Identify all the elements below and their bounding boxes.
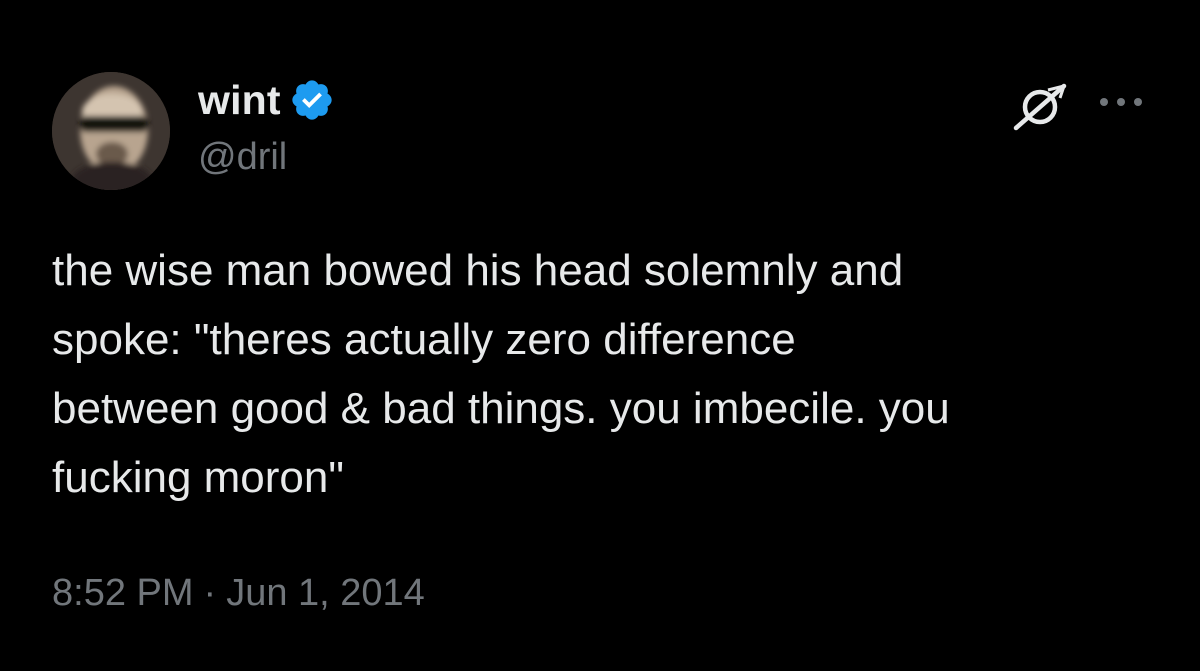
- tweet-card: wint @dril the wise man bowed his head s…: [0, 0, 1200, 671]
- tweet-date[interactable]: Jun 1, 2014: [226, 572, 425, 615]
- author-name-row: wint: [198, 76, 335, 124]
- grok-icon[interactable]: [1012, 80, 1068, 132]
- tweet-time[interactable]: 8:52 PM: [52, 572, 194, 615]
- avatar-image: [52, 72, 170, 190]
- more-options-icon[interactable]: [1098, 92, 1144, 112]
- tweet-text: the wise man bowed his head solemnly and…: [52, 246, 950, 502]
- author-display-name[interactable]: wint: [198, 77, 281, 124]
- author-handle[interactable]: @dril: [198, 136, 287, 179]
- tweet-timestamp[interactable]: 8:52 PM · Jun 1, 2014: [52, 572, 425, 615]
- timestamp-separator: ·: [203, 572, 217, 614]
- avatar[interactable]: [52, 72, 170, 190]
- verified-badge-icon[interactable]: [289, 77, 335, 123]
